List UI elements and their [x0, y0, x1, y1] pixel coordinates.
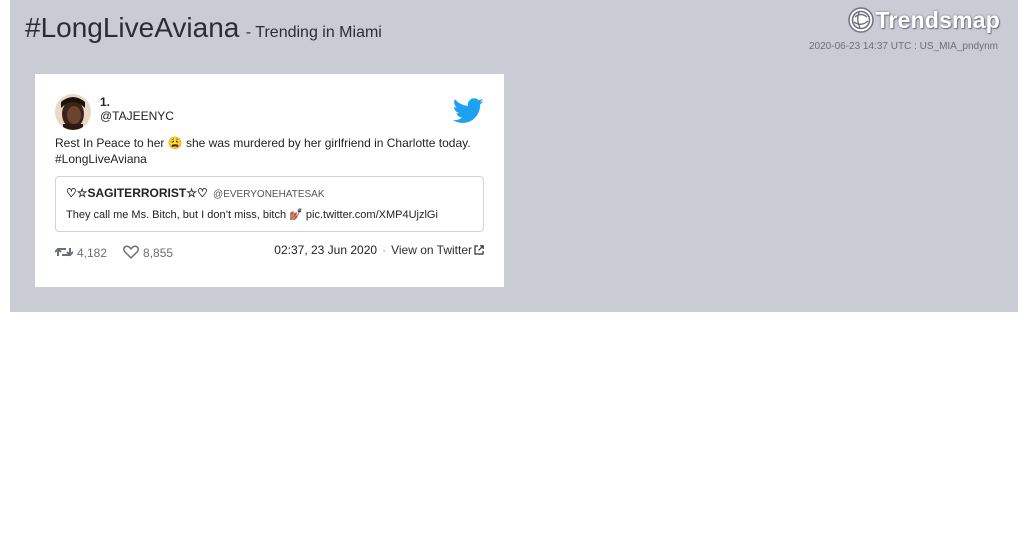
- tweet-rank: 1.: [100, 95, 111, 109]
- trend-location: - Trending in Miami: [245, 24, 382, 41]
- view-on-twitter-label: View on Twitter: [391, 243, 472, 257]
- trend-panel: #LongLiveAviana - Trending in Miami Tren…: [10, 0, 1018, 312]
- quoted-author: ♡☆SAGITERRORIST☆♡ @EVERYONEHATESAK: [66, 186, 325, 200]
- avatar[interactable]: [55, 94, 91, 130]
- tweet-text: Rest In Peace to her 😩 she was murdered …: [55, 135, 485, 167]
- tweet-stats: 4,182 8,855: [55, 243, 189, 260]
- tweet-text-line: Rest In Peace to her 😩 she was murdered …: [55, 136, 471, 150]
- brand-name: Trendsmap: [875, 6, 1000, 33]
- hashtag-title[interactable]: #LongLiveAviana: [25, 12, 239, 43]
- like-count[interactable]: 8,855: [123, 243, 173, 260]
- retweet-count-value: 4,182: [77, 246, 108, 260]
- quoted-media-link[interactable]: pic.twitter.com/XMP4UjzlGi: [306, 209, 438, 221]
- quoted-text: They call me Ms. Bitch, but I don’t miss…: [66, 208, 438, 221]
- quoted-author-handle: @EVERYONEHATESAK: [213, 189, 325, 200]
- tweet-footer: 02:37, 23 Jun 2020 · View on Twitter: [274, 243, 484, 257]
- tweet-timestamp: 02:37, 23 Jun 2020: [274, 243, 378, 257]
- view-on-twitter-link[interactable]: View on Twitter: [391, 243, 484, 257]
- separator-dot: ·: [382, 243, 387, 257]
- retweet-icon: [55, 247, 73, 256]
- author-handle[interactable]: @TAJEENYC: [100, 109, 174, 123]
- external-link-icon: [474, 245, 484, 255]
- snapshot-meta: 2020-06-23 14:37 UTC : US_MIA_pndynm: [809, 41, 998, 52]
- heart-icon: [123, 245, 139, 259]
- twitter-bird-icon[interactable]: [452, 98, 484, 129]
- quoted-text-body: They call me Ms. Bitch, but I don’t miss…: [66, 209, 306, 221]
- tweet-card: 1. @TAJEENYC Rest In Peace to her 😩 she …: [35, 74, 504, 287]
- headline: #LongLiveAviana - Trending in Miami: [25, 12, 382, 44]
- trendsmap-logo[interactable]: Trendsmap: [847, 6, 1000, 34]
- tweet-hashtag-link[interactable]: #LongLiveAviana: [55, 151, 485, 167]
- like-count-value: 8,855: [143, 246, 174, 260]
- quoted-author-name: ♡☆SAGITERRORIST☆♡: [66, 186, 208, 200]
- retweet-count[interactable]: 4,182: [55, 243, 107, 260]
- quoted-tweet[interactable]: ♡☆SAGITERRORIST☆♡ @EVERYONEHATESAK They …: [55, 176, 484, 232]
- globe-icon: [848, 7, 875, 33]
